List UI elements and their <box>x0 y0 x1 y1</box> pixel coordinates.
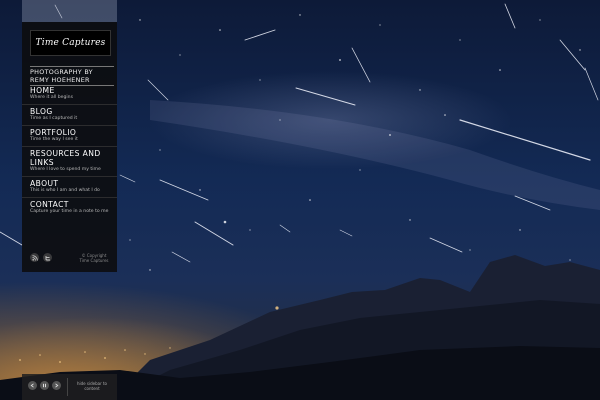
nav-item-title: HOME <box>30 86 55 95</box>
nav-item-subtitle: Time the way I see it <box>30 137 78 142</box>
social-links <box>30 253 52 262</box>
hint-line-2: content <box>84 386 100 391</box>
previous-icon[interactable] <box>28 381 37 390</box>
nav-item-home[interactable]: HOME Where it all begins <box>22 84 117 105</box>
nav-item-resources-and-links[interactable]: RESOURCES AND LINKS Where I love to spen… <box>22 147 117 177</box>
nav-item-portfolio[interactable]: PORTFOLIO Time the way I see it <box>22 126 117 147</box>
next-icon[interactable] <box>52 381 61 390</box>
hide-sidebar-hint[interactable]: hide sidebar to content <box>70 381 114 391</box>
pause-icon[interactable] <box>40 381 49 390</box>
slideshow-controls: hide sidebar to content <box>22 374 117 400</box>
copyright-notice: © Copyright Time Captures <box>74 253 114 263</box>
nav-item-contact[interactable]: CONTACT Capture your time in a note to m… <box>22 198 117 218</box>
sidebar-top-cap <box>22 0 117 22</box>
rss-icon[interactable] <box>30 253 39 262</box>
nav-item-subtitle: Capture your time in a note to me <box>30 209 109 214</box>
nav-item-title: RESOURCES AND LINKS <box>30 149 101 167</box>
nav-item-title: CONTACT <box>30 200 69 209</box>
nav-item-subtitle: Time as I captured it <box>30 116 78 121</box>
tagline-line-2: REMY HOEHENER <box>30 75 90 84</box>
nav-item-title: ABOUT <box>30 179 59 188</box>
nav-item-title: PORTFOLIO <box>30 128 77 137</box>
main-nav: HOME Where it all begins BLOG Time as I … <box>22 84 117 218</box>
site-logo[interactable]: Time Captures <box>30 30 111 56</box>
sidebar: Time Captures PHOTOGRAPHY BY REMY HOEHEN… <box>22 22 117 272</box>
logo-text: Time Captures <box>35 38 106 48</box>
divider <box>67 378 68 396</box>
nav-item-blog[interactable]: BLOG Time as I captured it <box>22 105 117 126</box>
control-buttons <box>28 381 61 390</box>
nav-item-subtitle: Where I love to spend my time <box>30 167 101 172</box>
nav-item-about[interactable]: ABOUT This is who I am and what I do <box>22 177 117 198</box>
tagline: PHOTOGRAPHY BY REMY HOEHENER <box>30 66 114 86</box>
nav-item-title: BLOG <box>30 107 53 116</box>
nav-item-subtitle: This is who I am and what I do <box>30 188 100 193</box>
copyright-line-2: Time Captures <box>79 258 109 263</box>
nav-item-subtitle: Where it all begins <box>30 95 73 100</box>
twitter-icon[interactable] <box>43 253 52 262</box>
